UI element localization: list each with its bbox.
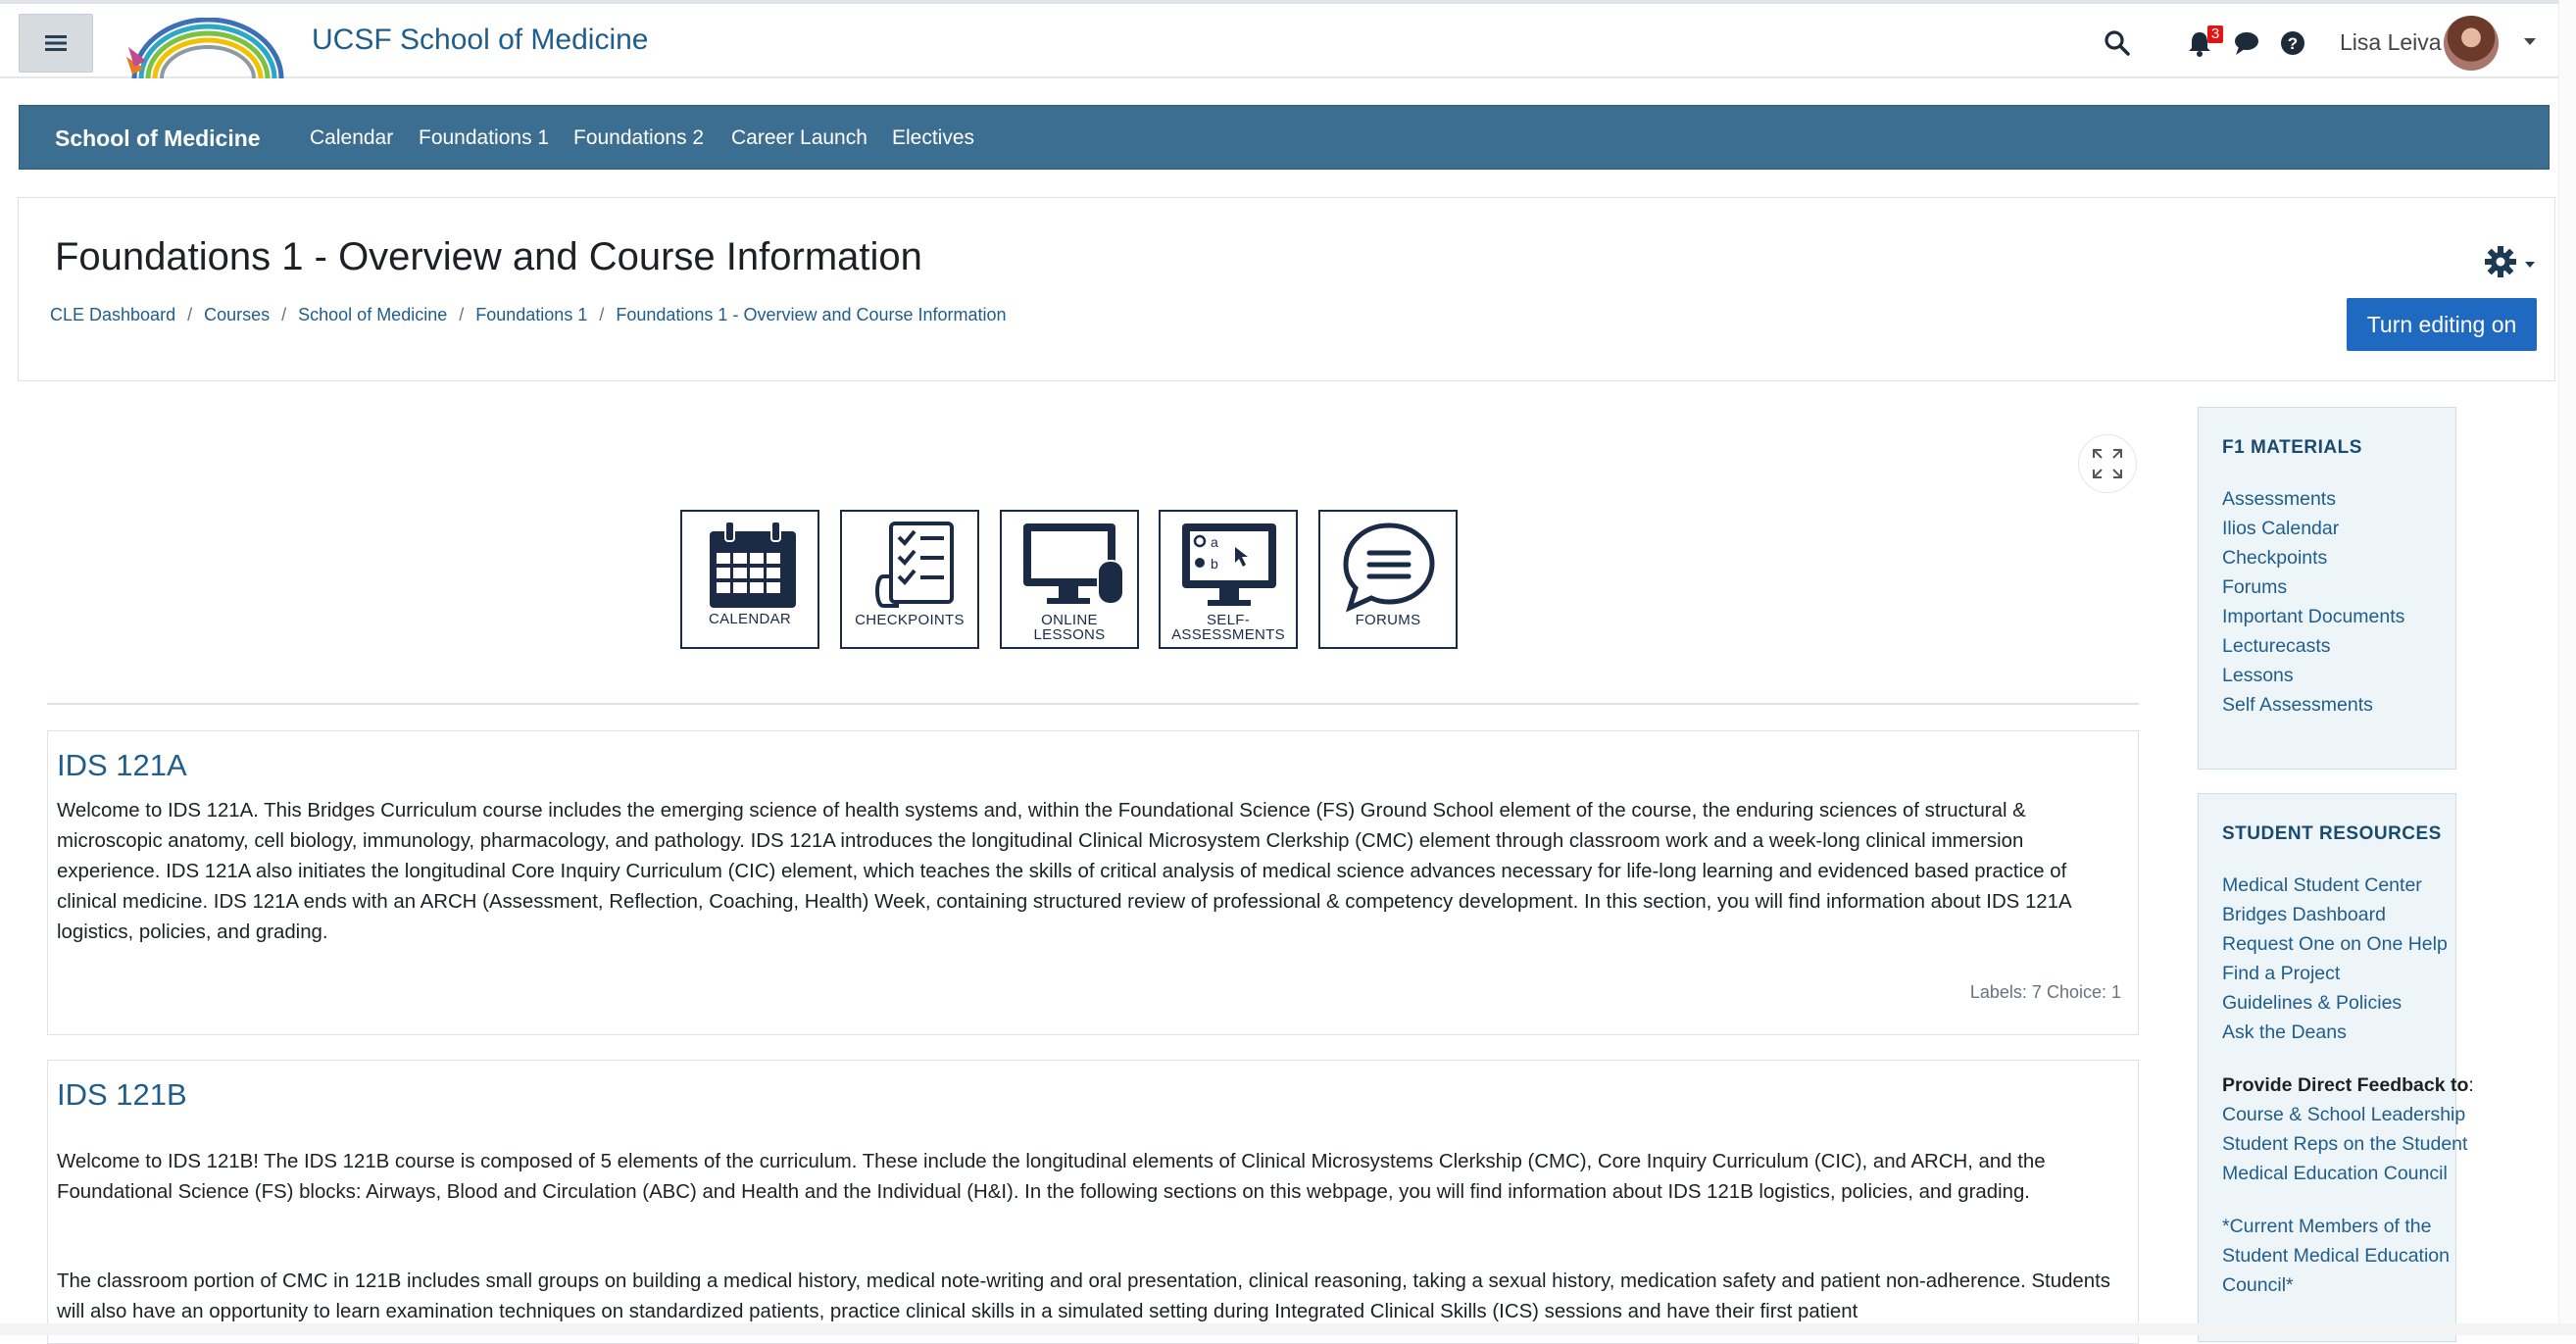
link-student-reps[interactable]: Student Reps on the Student <box>2222 1133 2467 1156</box>
tile-label: CHECKPOINTS <box>855 612 965 628</box>
block-title: F1 MATERIALS <box>2222 437 2362 458</box>
window-scroll-edge[interactable] <box>2558 0 2576 1335</box>
section-title[interactable]: IDS 121A <box>57 748 187 783</box>
link-lessons[interactable]: Lessons <box>2222 665 2294 687</box>
page-header: Foundations 1 - Overview and Course Info… <box>18 197 2555 381</box>
breadcrumb-separator: / <box>187 305 193 324</box>
calendar-icon <box>710 521 796 608</box>
tile-label: SELF- <box>1206 612 1250 628</box>
tile-label: ONLINE <box>1041 612 1098 628</box>
svg-text:?: ? <box>2288 34 2298 53</box>
self-assessments-tile[interactable]: a b SELF- ASSESSMENTS <box>1159 510 1298 649</box>
checkpoints-tile[interactable]: CHECKPOINTS <box>840 510 979 649</box>
page-title: Foundations 1 - Overview and Course Info… <box>55 235 922 278</box>
breadcrumb-school-of-medicine[interactable]: School of Medicine <box>298 305 447 324</box>
notification-badge: 3 <box>2207 25 2223 43</box>
feedback-heading-text: Provide Direct Feedback to <box>2222 1074 2469 1096</box>
nav-item-calendar[interactable]: Calendar <box>310 126 393 150</box>
link-current-members[interactable]: *Current Members of the <box>2222 1216 2432 1238</box>
section-summary: Welcome to IDS 121A. This Bridges Curric… <box>57 800 2071 943</box>
checklist-icon <box>875 522 954 608</box>
link-course-school-leadership[interactable]: Course & School Leadership <box>2222 1104 2465 1126</box>
nav-item-career-launch[interactable]: Career Launch <box>731 126 867 150</box>
forums-tile[interactable]: FORUMS <box>1318 510 1458 649</box>
activity-counts: Labels: 7 Choice: 1 <box>1969 982 2121 1002</box>
top-navbar: UCSF School of Medicine 3 ? Lisa Leiva <box>0 0 2576 78</box>
link-ask-the-deans[interactable]: Ask the Deans <box>2222 1021 2347 1044</box>
svg-text:b: b <box>1211 556 1218 572</box>
tile-label: LESSONS <box>1033 626 1106 643</box>
gear-icon[interactable] <box>2484 245 2537 280</box>
tile-label: ASSESSMENTS <box>1171 626 1285 643</box>
ucsf-logo[interactable] <box>123 18 289 78</box>
section-ids-121b: IDS 121B Welcome to IDS 121B! The IDS 12… <box>47 1060 2139 1344</box>
expand-icon <box>2093 449 2122 478</box>
nav-item-foundations-1[interactable]: Foundations 1 <box>419 126 549 150</box>
breadcrumb-foundations-1[interactable]: Foundations 1 <box>475 305 587 324</box>
link-checkpoints[interactable]: Checkpoints <box>2222 547 2327 570</box>
breadcrumb-current-page[interactable]: Foundations 1 - Overview and Course Info… <box>616 305 1006 324</box>
link-request-help[interactable]: Request One on One Help <box>2222 933 2448 956</box>
breadcrumb-cle-dashboard[interactable]: CLE Dashboard <box>50 305 175 324</box>
window-bottom-edge <box>0 1323 2576 1335</box>
chevron-down-icon[interactable] <box>2523 37 2537 47</box>
online-lessons-tile[interactable]: ONLINE LESSONS <box>1000 510 1139 649</box>
course-navbar: School of Medicine Calendar Foundations … <box>19 105 2550 170</box>
messages-icon[interactable] <box>2233 29 2260 57</box>
tile-label: FORUMS <box>1355 612 1421 628</box>
link-self-assessments[interactable]: Self Assessments <box>2222 694 2373 717</box>
link-guidelines-policies[interactable]: Guidelines & Policies <box>2222 992 2402 1015</box>
link-forums[interactable]: Forums <box>2222 576 2287 599</box>
link-medical-student-center[interactable]: Medical Student Center <box>2222 874 2422 897</box>
breadcrumb-separator: / <box>599 305 605 324</box>
expand-content-button[interactable] <box>2078 434 2137 493</box>
section-ids-121a: IDS 121A Welcome to IDS 121A. This Bridg… <box>47 730 2139 1035</box>
tile-label: CALENDAR <box>708 611 792 627</box>
breadcrumb: CLE Dashboard / Courses / School of Medicine… <box>50 305 1007 325</box>
hamburger-icon <box>45 35 67 51</box>
breadcrumb-courses[interactable]: Courses <box>204 305 270 324</box>
link-current-members-line-3[interactable]: Council* <box>2222 1274 2294 1297</box>
link-student-reps-line-2[interactable]: Medical Education Council <box>2222 1163 2448 1185</box>
calendar-tile[interactable]: CALENDAR <box>680 510 819 649</box>
menu-toggle-button[interactable] <box>19 14 93 73</box>
quiz-monitor-icon: a b <box>1182 523 1276 606</box>
feedback-heading: Provide Direct Feedback to: <box>2222 1074 2474 1097</box>
feedback-colon: : <box>2468 1074 2474 1096</box>
nav-item-electives[interactable]: Electives <box>892 126 974 150</box>
breadcrumb-separator: / <box>281 305 287 324</box>
link-lecturecasts[interactable]: Lecturecasts <box>2222 635 2331 658</box>
block-title: STUDENT RESOURCES <box>2222 823 2442 844</box>
help-icon[interactable]: ? <box>2279 29 2306 57</box>
link-ilios-calendar[interactable]: Ilios Calendar <box>2222 518 2339 540</box>
avatar[interactable] <box>2444 16 2499 71</box>
computer-icon <box>1023 523 1124 605</box>
section-title[interactable]: IDS 121B <box>57 1077 187 1113</box>
svg-text:a: a <box>1211 534 1218 550</box>
site-title[interactable]: UCSF School of Medicine <box>312 24 648 57</box>
link-current-members-line-2[interactable]: Student Medical Education <box>2222 1245 2450 1268</box>
course-brand-link[interactable]: School of Medicine <box>55 125 261 152</box>
section-summary: Welcome to IDS 121B! The IDS 121B course… <box>57 1151 2046 1203</box>
turn-editing-on-button[interactable]: Turn editing on <box>2347 298 2537 351</box>
link-bridges-dashboard[interactable]: Bridges Dashboard <box>2222 904 2386 926</box>
student-resources-block: STUDENT RESOURCES Medical Student Center… <box>2198 793 2474 1342</box>
link-assessments[interactable]: Assessments <box>2222 488 2336 511</box>
section-summary-paragraph-2: The classroom portion of CMC in 121B inc… <box>57 1270 2110 1322</box>
link-find-a-project[interactable]: Find a Project <box>2222 963 2340 985</box>
link-important-documents[interactable]: Important Documents <box>2222 606 2404 628</box>
nav-item-foundations-2[interactable]: Foundations 2 <box>573 126 704 150</box>
section-divider <box>47 703 2139 705</box>
breadcrumb-separator: / <box>459 305 465 324</box>
search-icon[interactable] <box>2104 29 2131 57</box>
chat-bubble-icon <box>1343 523 1435 613</box>
user-name[interactable]: Lisa Leiva <box>2340 29 2442 56</box>
f1-materials-block: F1 MATERIALS Assessments Ilios Calendar … <box>2198 407 2456 770</box>
